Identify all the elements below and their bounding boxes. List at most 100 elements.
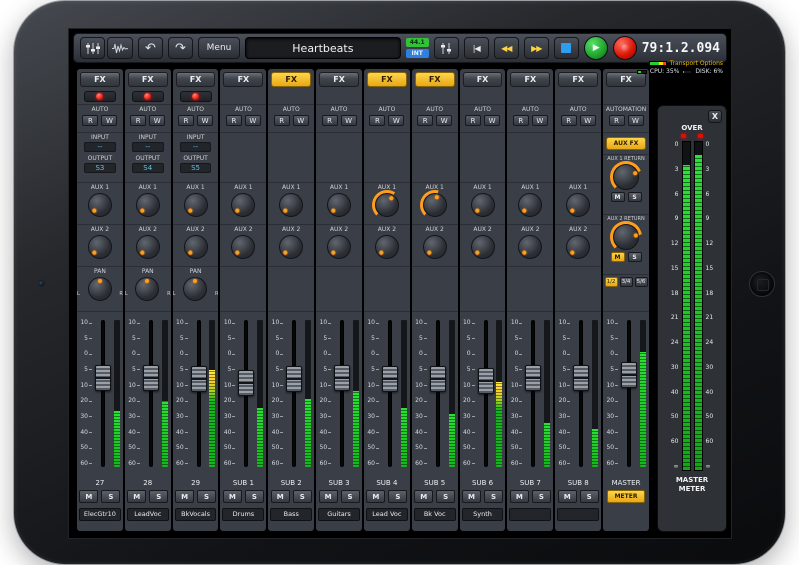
channel-name[interactable]: [557, 508, 600, 521]
home-button[interactable]: [749, 271, 775, 297]
record-button[interactable]: [612, 36, 637, 60]
auto-write-button[interactable]: W: [627, 115, 644, 126]
solo-button[interactable]: S: [579, 490, 599, 503]
pan-knob[interactable]: [87, 277, 112, 301]
output-select[interactable]: S5: [179, 163, 212, 173]
fader-cap[interactable]: [621, 361, 638, 388]
aux2-knob[interactable]: [374, 235, 399, 259]
fx-button[interactable]: FX: [127, 72, 168, 87]
channel-name[interactable]: Bass: [270, 508, 313, 521]
aux2-knob[interactable]: [231, 235, 256, 259]
stop-button[interactable]: [553, 37, 579, 59]
aux2-return-mute-button[interactable]: M: [610, 252, 625, 262]
auto-read-button[interactable]: R: [417, 115, 434, 126]
aux1-return-mute-button[interactable]: M: [610, 192, 625, 202]
record-arm-button[interactable]: [83, 90, 116, 102]
solo-button[interactable]: S: [244, 490, 264, 503]
auto-read-button[interactable]: R: [369, 115, 386, 126]
song-title[interactable]: Heartbeats: [245, 37, 401, 59]
pan-knob[interactable]: [135, 277, 160, 301]
channel-name[interactable]: ElecGtr10: [79, 508, 121, 521]
aux1-knob[interactable]: [183, 193, 208, 217]
mute-button[interactable]: M: [318, 490, 338, 503]
mute-button[interactable]: M: [462, 490, 482, 503]
auto-write-button[interactable]: W: [149, 115, 166, 126]
auto-read-button[interactable]: R: [465, 115, 482, 126]
redo-button[interactable]: ↷: [168, 37, 193, 59]
auto-read-button[interactable]: R: [321, 115, 338, 126]
solo-button[interactable]: S: [388, 490, 408, 503]
solo-button[interactable]: S: [149, 490, 169, 503]
edit-view-button[interactable]: [107, 37, 133, 59]
pair-12-button[interactable]: 1/2: [604, 276, 618, 287]
aux2-knob[interactable]: [183, 235, 208, 259]
aux1-knob[interactable]: [135, 193, 160, 217]
mute-button[interactable]: M: [127, 490, 147, 503]
close-icon[interactable]: X: [708, 110, 722, 123]
fx-button[interactable]: FX: [80, 72, 120, 87]
record-arm-button[interactable]: [131, 90, 164, 102]
auto-write-button[interactable]: W: [340, 115, 357, 126]
pan-knob[interactable]: [183, 277, 208, 301]
auto-write-button[interactable]: W: [292, 115, 309, 126]
fader[interactable]: [331, 312, 353, 477]
aux2-knob[interactable]: [135, 235, 160, 259]
auto-read-button[interactable]: R: [178, 115, 195, 126]
mute-button[interactable]: M: [175, 490, 195, 503]
channel-name[interactable]: Bk Voc: [413, 508, 456, 521]
fx-button[interactable]: FX: [414, 72, 455, 87]
mute-button[interactable]: M: [222, 490, 242, 503]
aux2-knob[interactable]: [327, 235, 352, 259]
fader[interactable]: [379, 312, 401, 477]
fader-cap[interactable]: [525, 364, 542, 391]
mute-button[interactable]: M: [509, 490, 529, 503]
fader[interactable]: [427, 312, 449, 477]
pair-34-button[interactable]: 3/4: [619, 276, 633, 287]
aux2-return-solo-button[interactable]: S: [627, 252, 642, 262]
output-select[interactable]: S4: [131, 163, 164, 173]
aux2-return-knob[interactable]: [610, 221, 643, 253]
solo-button[interactable]: S: [436, 490, 456, 503]
channel-name[interactable]: [509, 508, 552, 521]
auto-read-button[interactable]: R: [130, 115, 147, 126]
solo-button[interactable]: S: [101, 490, 121, 503]
fader[interactable]: [570, 312, 592, 477]
aux1-knob[interactable]: [87, 193, 112, 217]
aux2-knob[interactable]: [279, 235, 304, 259]
meter-toggle-button[interactable]: METER: [607, 490, 646, 503]
auto-read-button[interactable]: R: [82, 115, 99, 126]
auto-write-button[interactable]: W: [388, 115, 405, 126]
aux1-knob[interactable]: [518, 193, 543, 217]
solo-button[interactable]: S: [340, 490, 360, 503]
transport-options-label[interactable]: Transport Options: [670, 60, 723, 67]
fader-cap[interactable]: [190, 366, 207, 393]
auto-read-button[interactable]: R: [560, 115, 577, 126]
channel-name[interactable]: Drums: [222, 508, 265, 521]
fader-cap[interactable]: [238, 369, 255, 396]
fx-button[interactable]: FX: [366, 72, 407, 87]
auto-write-button[interactable]: W: [197, 115, 214, 126]
fx-button[interactable]: FX: [271, 72, 312, 87]
channel-name[interactable]: Lead Voc: [365, 508, 408, 521]
fader[interactable]: [283, 312, 305, 477]
rewind-button[interactable]: ◀◀: [493, 37, 519, 59]
fader-cap[interactable]: [381, 366, 398, 393]
menu-button[interactable]: Menu: [198, 37, 240, 59]
fader-cap[interactable]: [334, 364, 351, 391]
record-arm-button[interactable]: [179, 90, 212, 102]
fader[interactable]: [618, 312, 640, 477]
fx-button[interactable]: FX: [319, 72, 359, 87]
fader-cap[interactable]: [286, 366, 303, 393]
fx-button[interactable]: FX: [510, 72, 551, 87]
aux1-knob[interactable]: [279, 193, 304, 217]
fast-forward-button[interactable]: ▶▶: [523, 37, 549, 59]
aux1-knob[interactable]: [231, 193, 256, 217]
fader-cap[interactable]: [94, 364, 111, 391]
play-button[interactable]: ▶: [583, 36, 608, 60]
auto-write-button[interactable]: W: [101, 115, 118, 126]
fader[interactable]: [140, 312, 162, 477]
return-to-start-button[interactable]: |◀: [463, 37, 489, 59]
fx-button[interactable]: FX: [462, 72, 503, 87]
channel-name[interactable]: Guitars: [318, 508, 360, 521]
aux1-return-knob[interactable]: [610, 161, 643, 193]
